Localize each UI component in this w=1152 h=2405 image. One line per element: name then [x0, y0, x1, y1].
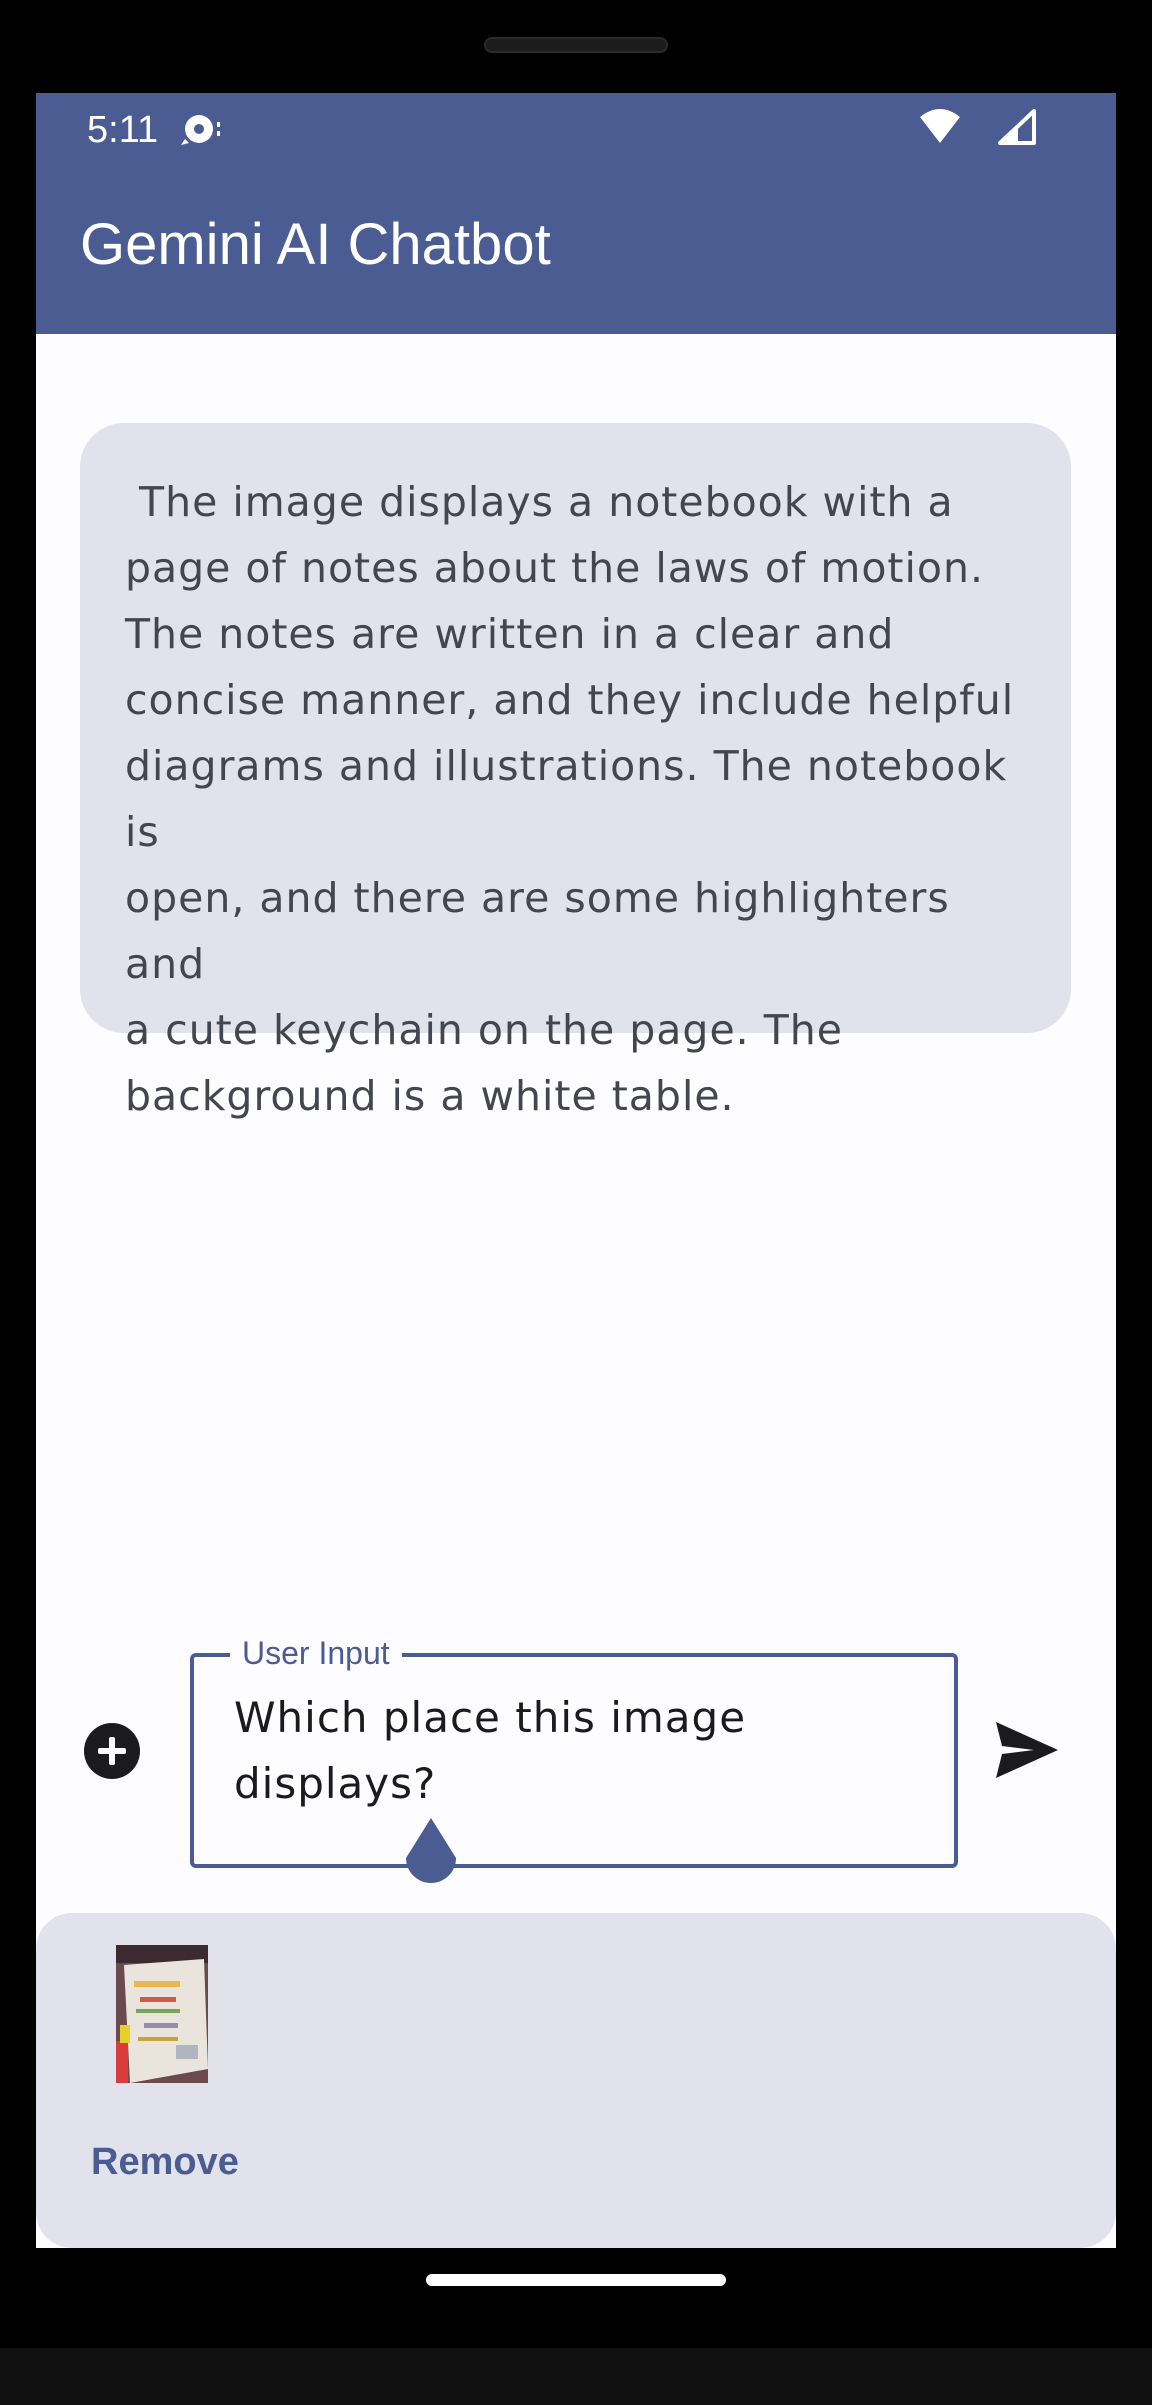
status-icons — [920, 109, 1036, 145]
user-input-field[interactable]: User Input Which place this image displa… — [190, 1631, 958, 1868]
remove-attachment-button[interactable]: Remove — [91, 2141, 239, 2184]
model-message-bubble: The image displays a notebook with a pag… — [80, 423, 1071, 1120]
user-input-value[interactable]: Which place this image displays? — [234, 1685, 914, 1817]
app-screen: 5:11 Gemini AI Chatbot The image display… — [36, 93, 1116, 2248]
status-time: 5:11 — [87, 109, 159, 151]
wifi-icon — [920, 109, 960, 143]
earpiece-speaker — [484, 37, 668, 53]
home-gesture-bar[interactable] — [426, 2274, 726, 2286]
notebook-image-thumbnail — [116, 1945, 208, 2083]
model-message-text: The image displays a notebook with a pag… — [125, 478, 1015, 1120]
signal-icon — [998, 109, 1036, 145]
text-cursor-handle-icon[interactable] — [402, 1818, 460, 1890]
add-circle-icon[interactable] — [84, 1723, 140, 1779]
app-title: Gemini AI Chatbot — [80, 212, 551, 277]
send-icon[interactable] — [994, 1720, 1060, 1780]
top-app-bar: 5:11 Gemini AI Chatbot — [36, 93, 1116, 334]
device-chin — [0, 2348, 1152, 2405]
device-frame: 5:11 Gemini AI Chatbot The image display… — [0, 0, 1152, 2405]
user-input-label: User Input — [230, 1631, 402, 1676]
media-sync-icon — [181, 115, 220, 145]
